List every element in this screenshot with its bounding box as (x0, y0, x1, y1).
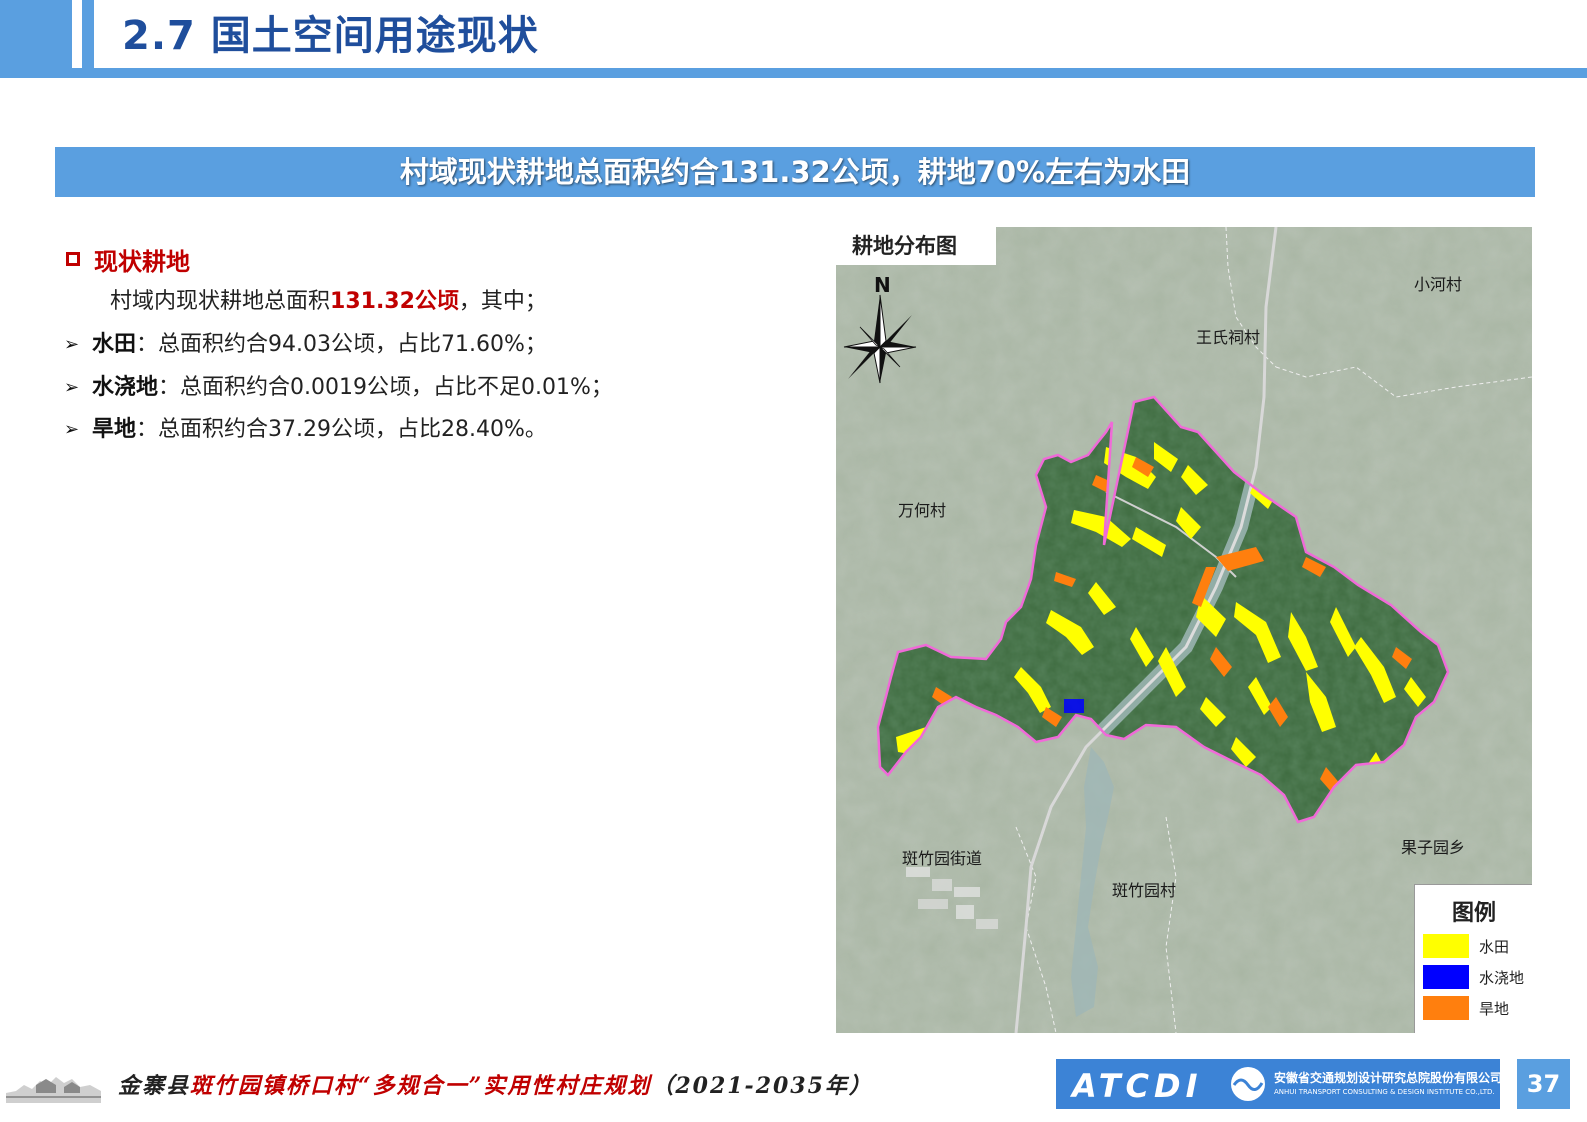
arrow-bullet-icon: ➢ (64, 377, 80, 398)
bullet-item: ➢ 水田：总面积约合94.03公顷，占比71.60%； (64, 328, 547, 362)
summary-banner: 村域现状耕地总面积约合131.32公顷，耕地70%左右为水田 (55, 147, 1535, 197)
section-title: 现状耕地 (94, 247, 190, 276)
company-logo: ATCDI 安徽省交通规划设计研究总院股份有限公司 ANHUI TRANSPOR… (1056, 1059, 1503, 1109)
logo-mark: ATCDI (1072, 1067, 1203, 1105)
legend-title: 图例 (1451, 901, 1496, 926)
header-accent-bar-thin (82, 0, 94, 68)
legend-item: 水田 (1423, 933, 1509, 959)
square-bullet-icon (66, 252, 80, 266)
map-title: 耕地分布图 (836, 227, 996, 265)
intro-highlight: 131.32公顷 (330, 289, 459, 314)
arrow-bullet-icon: ➢ (64, 419, 80, 440)
place-label-banzhuyuan-cun: 斑竹园村 (1112, 881, 1177, 900)
footer-period: （2021-2035年） (651, 1073, 873, 1099)
arrow-bullet-icon: ➢ (64, 334, 80, 355)
village-sketch-icon (6, 1077, 101, 1103)
bullet-term: 水田 (92, 332, 137, 357)
farmland-map: 耕地分布图 N 小河村 王氏祠村 万何村 果子园乡 斑竹园街道 斑竹园村 图例 … (836, 227, 1532, 1033)
legend-swatch (1423, 965, 1469, 989)
legend-label: 水田 (1479, 937, 1510, 956)
bullet-term: 旱地 (92, 417, 137, 442)
bullet-term: 水浇地 (92, 375, 159, 400)
place-label-xiaohe: 小河村 (1414, 275, 1463, 294)
intro-post: ，其中； (458, 289, 547, 314)
irrigated-land-patch (1064, 699, 1084, 713)
bullet-text: ：总面积约合37.29公顷，占比28.40%。 (136, 417, 547, 442)
logo-company-cn: 安徽省交通规划设计研究总院股份有限公司 (1274, 1071, 1503, 1085)
north-label: N (874, 273, 891, 297)
bullet-text: ：总面积约合0.0019公顷，占比不足0.01%； (158, 375, 613, 400)
place-label-wanhe: 万何村 (898, 501, 947, 520)
intro-pre: 村域内现状耕地总面积 (110, 289, 331, 314)
bullet-text: ：总面积约合94.03公顷，占比71.60%； (136, 332, 547, 357)
bullet-item: ➢ 水浇地：总面积约合0.0019公顷，占比不足0.01%； (64, 371, 613, 405)
intro-paragraph: 村域内现状耕地总面积131.32公顷，其中； (110, 285, 547, 319)
page-title: 2.7 国土空间用途现状 (122, 13, 539, 59)
legend-swatch (1423, 934, 1469, 958)
logo-emblem-icon (1231, 1067, 1265, 1101)
map-legend: 图例 水田 水浇地 旱地 (1414, 884, 1532, 1033)
page-number: 37 (1517, 1059, 1570, 1109)
place-label-guoziyuan: 果子园乡 (1401, 838, 1466, 857)
footer-project-title: 金寨县斑竹园镇桥口村“多规合一”实用性村庄规划（2021-2035年） (118, 1068, 873, 1100)
legend-label: 旱地 (1479, 999, 1510, 1018)
logo-company-en: ANHUI TRANSPORT CONSULTING & DESIGN INST… (1274, 1088, 1495, 1096)
place-label-wangshi: 王氏祠村 (1196, 328, 1261, 347)
legend-item: 旱地 (1423, 995, 1509, 1021)
section-heading: 现状耕地 (66, 240, 190, 278)
header-underline (0, 68, 1587, 78)
legend-swatch (1423, 996, 1469, 1020)
footer-plan-name: 斑竹园镇桥口村“多规合一”实用性村庄规划 (190, 1073, 652, 1099)
place-label-banzhuyuan-jiedao: 斑竹园街道 (902, 849, 983, 868)
footer-county: 金寨县 (118, 1073, 191, 1099)
bullet-item: ➢ 旱地：总面积约合37.29公顷，占比28.40%。 (64, 413, 547, 447)
legend-label: 水浇地 (1479, 968, 1525, 987)
legend-item: 水浇地 (1423, 964, 1524, 990)
header-accent-bar (0, 0, 72, 68)
